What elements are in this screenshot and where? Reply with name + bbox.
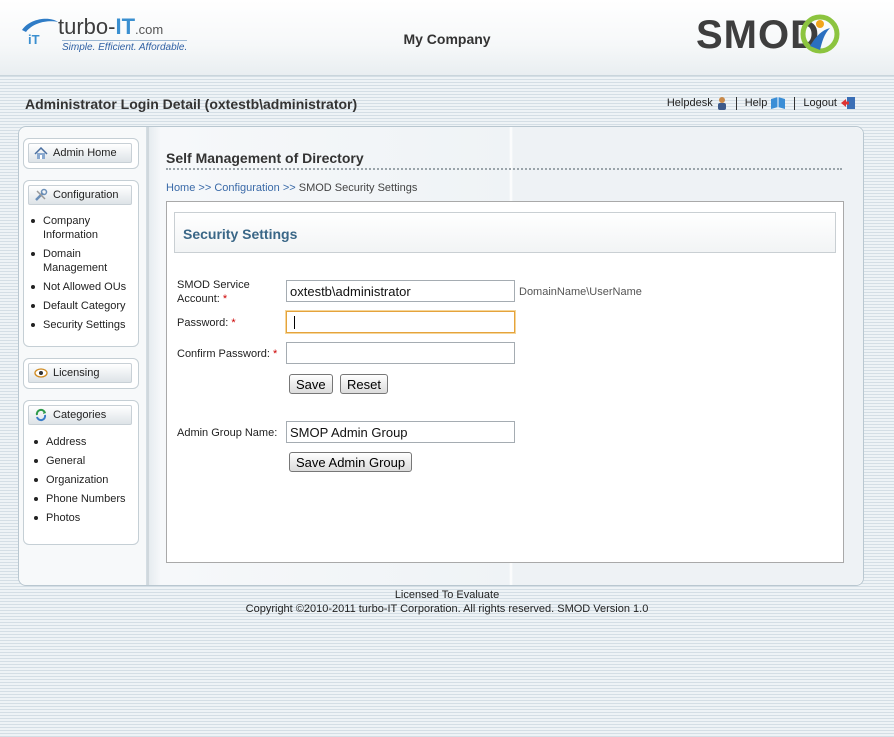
top-links: Helpdesk Help Logout xyxy=(667,96,856,110)
sidebar-item-domain-management[interactable]: Domain Management xyxy=(28,247,126,275)
service-account-input[interactable] xyxy=(286,280,515,302)
page-title: Self Management of Directory xyxy=(166,150,364,166)
breadcrumb-separator: >> xyxy=(198,182,212,194)
breadcrumb-configuration-link[interactable]: Configuration xyxy=(214,182,279,194)
link-separator xyxy=(794,96,796,110)
sidebar-item-security-settings[interactable]: Security Settings xyxy=(28,318,126,332)
licensing-box: Licensing xyxy=(23,358,139,389)
sidebar-item-not-allowed-ous[interactable]: Not Allowed OUs xyxy=(28,280,126,294)
licensing-button[interactable]: Licensing xyxy=(28,363,132,383)
logout-link[interactable]: Logout xyxy=(803,96,856,110)
help-label: Help xyxy=(744,97,768,109)
eye-icon xyxy=(34,368,48,378)
categories-box: Categories Address General Organization … xyxy=(23,400,139,545)
license-text: Licensed To Evaluate xyxy=(394,589,500,601)
helpdesk-link[interactable]: Helpdesk xyxy=(667,96,728,110)
breadcrumb-home-link[interactable]: Home xyxy=(166,182,195,194)
categories-label: Categories xyxy=(53,409,107,421)
sidebar-item-organization[interactable]: Organization xyxy=(31,473,126,487)
admin-group-label: Admin Group Name: xyxy=(177,427,278,439)
security-settings-panel: Security Settings SMOD Service Account: … xyxy=(166,201,844,563)
sidebar-item-default-category[interactable]: Default Category xyxy=(28,299,126,313)
helpdesk-label: Helpdesk xyxy=(666,97,713,109)
password-label: Password: * xyxy=(177,317,236,329)
sidebar-item-address[interactable]: Address xyxy=(31,435,126,449)
licensing-label: Licensing xyxy=(53,367,100,379)
sidebar-item-photos[interactable]: Photos xyxy=(31,511,126,525)
admin-home-box: Admin Home xyxy=(23,138,139,169)
smod-figure-head xyxy=(816,20,824,28)
password-input[interactable] xyxy=(286,311,515,333)
sidebar: Admin Home Configuration Company Informa… xyxy=(19,127,147,585)
categories-list: Address General Organization Phone Numbe… xyxy=(31,435,126,525)
admin-group-input[interactable] xyxy=(286,421,515,443)
title-divider xyxy=(166,168,842,170)
admin-home-button[interactable]: Admin Home xyxy=(28,143,132,163)
breadcrumb-separator: >> xyxy=(282,182,296,194)
configuration-button[interactable]: Configuration xyxy=(28,185,132,205)
text-cursor xyxy=(294,316,295,329)
service-account-label: SMOD Service Account: * xyxy=(177,279,250,305)
save-button[interactable]: Save xyxy=(289,374,333,394)
breadcrumb: Home >> Configuration >> SMOD Security S… xyxy=(166,182,417,194)
section-title: Security Settings xyxy=(183,226,298,242)
link-separator xyxy=(735,96,737,110)
subheader-bar: Administrator Login Detail (oxtestb\admi… xyxy=(0,86,894,122)
home-icon xyxy=(34,146,48,159)
smod-logo-graphic: SMOD xyxy=(696,13,840,57)
admin-home-label: Admin Home xyxy=(53,147,117,159)
confirm-password-label: Confirm Password: * xyxy=(177,348,278,360)
person-icon xyxy=(717,97,726,110)
tools-icon xyxy=(35,188,48,201)
configuration-box: Configuration Company Information Domain… xyxy=(23,180,139,347)
page-header: iT turbo-IT.com Simple. Efficient. Affor… xyxy=(0,0,894,76)
smod-logo[interactable]: SMOD xyxy=(696,12,878,59)
confirm-password-input[interactable] xyxy=(286,342,515,364)
admin-login-title: Administrator Login Detail (oxtestb\admi… xyxy=(25,96,358,112)
save-admin-group-button[interactable]: Save Admin Group xyxy=(289,452,413,472)
help-link[interactable]: Help xyxy=(745,96,787,110)
exit-door-icon xyxy=(841,97,855,109)
section-header: Security Settings xyxy=(174,212,836,253)
logout-label: Logout xyxy=(803,97,837,109)
configuration-list: Company Information Domain Management No… xyxy=(28,214,126,332)
configuration-label: Configuration xyxy=(53,189,119,201)
refresh-icon xyxy=(35,408,47,422)
sidebar-item-general[interactable]: General xyxy=(31,454,126,468)
service-account-hint: DomainName\UserName xyxy=(519,286,642,298)
sidebar-item-phone-numbers[interactable]: Phone Numbers xyxy=(31,492,126,506)
reset-button[interactable]: Reset xyxy=(340,374,388,394)
copyright-text: Copyright ©2010-2011 turbo-IT Corporatio… xyxy=(245,603,649,615)
sidebar-item-company-information[interactable]: Company Information xyxy=(28,214,126,242)
categories-button[interactable]: Categories xyxy=(28,405,132,425)
book-icon xyxy=(771,97,786,109)
breadcrumb-current: SMOD Security Settings xyxy=(298,182,418,194)
